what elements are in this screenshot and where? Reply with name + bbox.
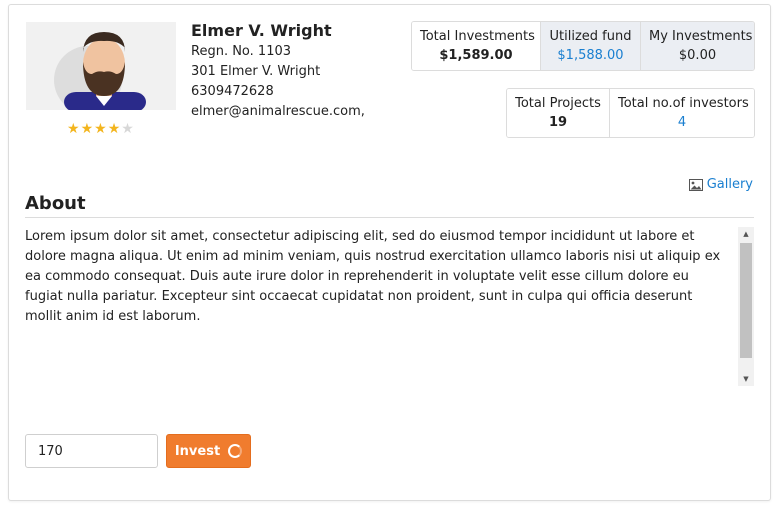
scroll-down-arrow-icon[interactable]: ▼ <box>738 372 754 386</box>
stat-label: My Investments <box>649 29 753 44</box>
stat-value: 4 <box>677 115 687 130</box>
star-empty-icon: ★ <box>121 121 135 137</box>
project-stats: Total Projects 19 Total no.of investors … <box>506 88 755 138</box>
star-icon: ★ <box>67 121 81 137</box>
divider <box>25 217 754 218</box>
stat-value: $0.00 <box>678 48 717 63</box>
profile-name: Elmer V. Wright <box>191 21 332 40</box>
stat-total-investors: Total no.of investors 4 <box>609 89 754 137</box>
stat-my-investments: My Investments $0.00 <box>640 22 754 70</box>
star-icon: ★ <box>94 121 108 137</box>
stat-value: $1,589.00 <box>439 48 513 63</box>
loading-spinner-icon <box>228 444 243 458</box>
stat-label: Total no.of investors <box>618 96 749 111</box>
about-text: Lorem ipsum dolor sit amet, consectetur … <box>25 229 721 324</box>
stat-value: 19 <box>548 115 568 130</box>
invest-button-label: Invest <box>174 443 221 459</box>
about-scrollbar[interactable]: ▲ ▼ <box>738 227 754 386</box>
stat-total-projects: Total Projects 19 <box>507 89 609 137</box>
invest-button[interactable]: Invest <box>166 434 251 468</box>
investment-stats: Total Investments $1,589.00 Utilized fun… <box>411 21 755 71</box>
stat-value: $1,588.00 <box>557 48 624 63</box>
avatar <box>26 22 176 110</box>
image-icon <box>688 178 703 191</box>
stat-label: Total Investments <box>420 29 535 44</box>
profile-email: elmer@animalrescue.com, <box>191 104 365 119</box>
profile-details: Elmer V. Wright Regn. No. 1103 301 Elmer… <box>191 20 365 122</box>
registration-number: Regn. No. 1103 <box>191 44 292 59</box>
scroll-up-arrow-icon[interactable]: ▲ <box>738 227 754 241</box>
star-rating: ★★★★★ <box>67 121 135 137</box>
investment-profile-card: ★★★★★ Elmer V. Wright Regn. No. 1103 301… <box>8 4 771 501</box>
scrollbar-thumb[interactable] <box>740 243 752 358</box>
star-icon: ★ <box>80 121 95 137</box>
stat-label: Utilized fund <box>549 29 632 44</box>
stat-label: Total Projects <box>515 96 601 111</box>
stat-total-investments: Total Investments $1,589.00 <box>412 22 540 70</box>
avatar-illustration <box>54 32 146 110</box>
stat-utilized-fund: Utilized fund $1,588.00 <box>540 22 640 70</box>
gallery-label: Gallery <box>706 177 753 192</box>
gallery-link[interactable]: Gallery <box>688 177 753 192</box>
profile-address: 301 Elmer V. Wright <box>191 64 321 79</box>
investment-amount-input[interactable] <box>25 434 158 468</box>
about-heading: About <box>25 193 86 214</box>
star-icon: ★ <box>107 121 122 137</box>
profile-phone: 6309472628 <box>191 84 274 99</box>
